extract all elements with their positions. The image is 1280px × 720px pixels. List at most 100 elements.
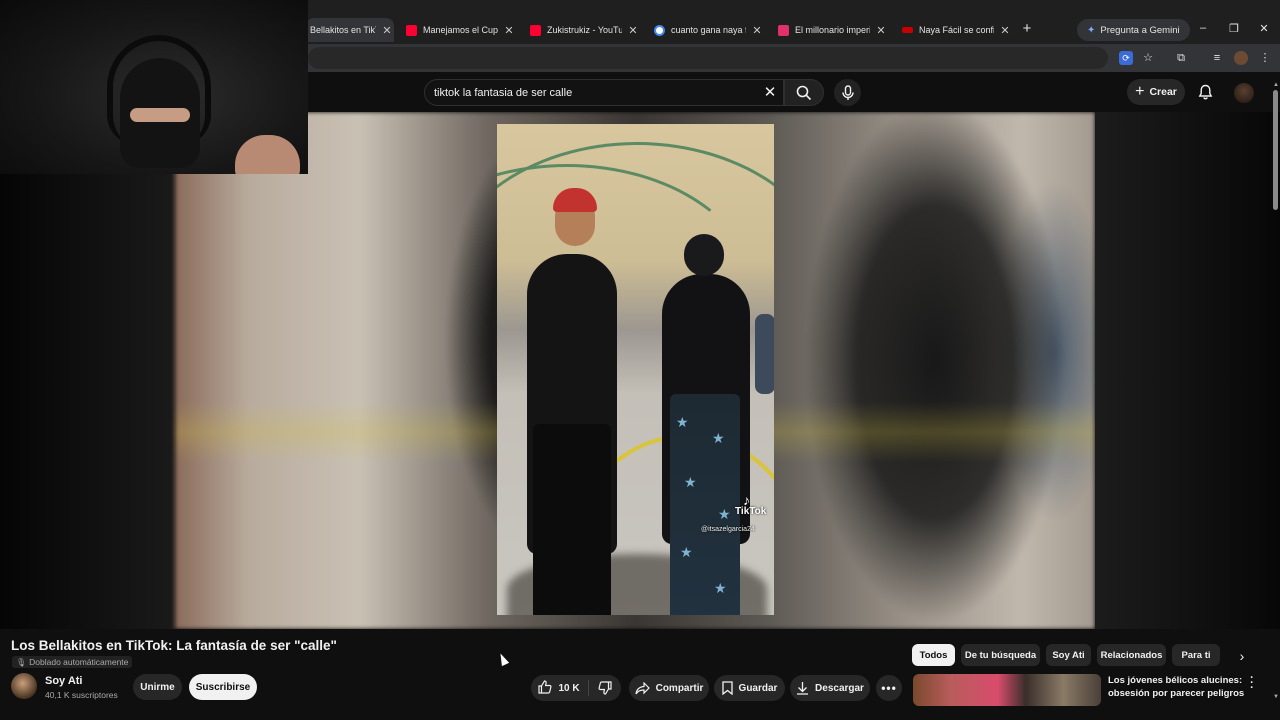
person-left <box>527 188 617 615</box>
subscriber-count: 40,1 K suscriptores <box>45 690 118 700</box>
minimize-button[interactable]: – <box>1195 22 1211 34</box>
page-scrollbar[interactable]: ▲ <box>1272 82 1280 628</box>
media-controls-icon[interactable]: ≡ <box>1210 51 1224 65</box>
player-vignette-right <box>1095 112 1280 629</box>
youtube-icon <box>406 24 417 36</box>
screen: Bellakitos en TikTok ✕ Manejamos el Cupr… <box>0 0 1280 720</box>
tab-close-icon[interactable]: ✕ <box>750 24 764 37</box>
clear-search-icon[interactable]: ✕ <box>760 83 780 103</box>
tab-bellakitos[interactable]: Bellakitos en TikTok ✕ <box>306 18 394 42</box>
tab-close-icon[interactable]: ✕ <box>380 24 394 37</box>
like-dislike-group: 10 K <box>531 675 621 701</box>
tab-title: Naya Fácil se confiesa <box>919 25 994 35</box>
video-title: Los Bellakitos en TikTok: La fantasía de… <box>11 638 337 653</box>
background-child <box>755 314 774 394</box>
profile-avatar[interactable] <box>1234 51 1248 65</box>
more-dots-icon: ••• <box>881 681 897 695</box>
close-window-button[interactable]: ✕ <box>1256 22 1272 35</box>
microphone-icon <box>841 84 854 100</box>
share-button[interactable]: Compartir <box>629 675 709 701</box>
chip-soy-ati[interactable]: Soy Ati <box>1046 644 1091 666</box>
voice-search-button[interactable] <box>834 79 861 106</box>
channel-avatar[interactable] <box>11 673 37 699</box>
scroll-up-icon[interactable]: ▲ <box>1272 82 1280 88</box>
chip-para-ti[interactable]: Para ti <box>1172 644 1220 666</box>
like-count: 10 K <box>558 682 580 694</box>
recommended-title-line: obsesión por parecer peligros... <box>1108 688 1244 699</box>
tab-title: Zukistrukiz - YouTube <box>547 25 622 35</box>
extensions-icon[interactable]: ⧉ <box>1174 51 1188 65</box>
chip-scroll-right-icon[interactable]: › <box>1234 647 1250 665</box>
youtube-icon <box>530 24 541 36</box>
person-right: ★ ★ ★ ★ ★ ★ <box>662 234 750 615</box>
scrollbar-thumb[interactable] <box>1273 90 1278 210</box>
google-icon <box>654 24 665 36</box>
share-label: Compartir <box>655 682 704 694</box>
video-frame[interactable]: ★ ★ ★ ★ ★ ★ ♪ TikTok @itsazelgarcia24 <box>497 124 774 615</box>
tab-title: El millonario imperio <box>795 25 870 35</box>
tab-cuanto-gana[interactable]: cuanto gana naya fácil ✕ <box>650 18 764 42</box>
account-avatar[interactable] <box>1234 83 1254 103</box>
recommended-title-line: Los jóvenes bélicos alucines: la <box>1108 675 1244 686</box>
tv-icon <box>902 27 913 33</box>
video-player[interactable]: ★ ★ ★ ★ ★ ★ ♪ TikTok @itsazelgarcia24 <box>0 112 1280 629</box>
mouse-cursor <box>496 651 510 667</box>
webcam-overlay <box>0 0 308 174</box>
gemini-label: Pregunta a Gemini <box>1100 24 1180 36</box>
recommended-more-icon[interactable]: · · · <box>1247 673 1257 694</box>
download-button[interactable]: Descargar <box>790 675 870 701</box>
search-input[interactable] <box>434 84 734 101</box>
chip-de-tu-busqueda[interactable]: De tu búsqueda <box>961 644 1040 666</box>
channel-name[interactable]: Soy Ati <box>45 675 83 687</box>
dubbed-badge: 🎙 Doblado automáticamente <box>12 656 133 668</box>
save-label: Guardar <box>738 682 778 694</box>
new-tab-button[interactable]: + <box>1019 20 1035 37</box>
dubbed-label: Doblado automáticamente <box>29 657 129 667</box>
more-actions-button[interactable]: ••• <box>876 675 902 701</box>
tab-close-icon[interactable]: ✕ <box>626 24 640 37</box>
address-bar[interactable] <box>308 47 1108 69</box>
restore-button[interactable]: ❐ <box>1226 22 1242 35</box>
browser-menu-icon[interactable]: ⋮ <box>1258 51 1272 65</box>
tab-close-icon[interactable]: ✕ <box>874 24 888 37</box>
tab-zukistrukiz[interactable]: Zukistrukiz - YouTube ✕ <box>526 18 640 42</box>
search-button[interactable] <box>784 79 824 106</box>
download-icon <box>797 682 809 695</box>
tab-title: cuanto gana naya fácil <box>671 25 746 35</box>
download-label: Descargar <box>815 682 864 694</box>
player-vignette-left <box>0 112 175 629</box>
gemini-button[interactable]: ✦ Pregunta a Gemini <box>1077 19 1190 41</box>
plus-icon: + <box>1135 83 1145 100</box>
notifications-button[interactable] <box>1195 82 1215 102</box>
tab-title: Bellakitos en TikTok <box>310 25 376 35</box>
subscribe-button[interactable]: Suscribirse <box>189 674 257 700</box>
join-button[interactable]: Unirme <box>133 674 182 700</box>
tab-millonario[interactable]: El millonario imperio ✕ <box>774 18 888 42</box>
dubbed-icon: 🎙 <box>16 657 27 667</box>
scroll-down-icon[interactable]: ▼ <box>1272 694 1280 700</box>
tiktok-watermark: TikTok <box>735 506 767 517</box>
recommended-video-thumbnail[interactable] <box>913 674 1101 706</box>
tab-title: Manejamos el Cupra <box>423 25 498 35</box>
dislike-button[interactable] <box>589 675 621 701</box>
tab-naya-facil[interactable]: Naya Fácil se confiesa ✕ <box>898 18 1012 42</box>
bookmark-star-icon[interactable]: ☆ <box>1141 51 1155 65</box>
instagram-icon <box>778 24 789 36</box>
tab-close-icon[interactable]: ✕ <box>998 24 1012 37</box>
chip-todos[interactable]: Todos <box>912 644 955 666</box>
search-icon <box>796 85 812 100</box>
bell-icon <box>1198 84 1212 100</box>
bookmark-icon <box>721 681 733 695</box>
chip-relacionados[interactable]: Relacionados <box>1097 644 1166 666</box>
tab-close-icon[interactable]: ✕ <box>502 24 516 37</box>
translate-icon[interactable]: ⟳ <box>1119 51 1133 65</box>
like-button[interactable]: 10 K <box>531 675 587 701</box>
share-icon <box>634 681 650 694</box>
recommended-video-title[interactable]: Los jóvenes bélicos alucines: la obsesió… <box>1108 674 1244 700</box>
save-button[interactable]: Guardar <box>714 675 785 701</box>
thumbs-up-icon <box>538 679 552 694</box>
tab-cupra[interactable]: Manejamos el Cupra ✕ <box>402 18 516 42</box>
tiktok-username: @itsazelgarcia24 <box>701 526 755 533</box>
create-label: Crear <box>1149 86 1177 98</box>
create-button[interactable]: + Crear <box>1127 79 1185 105</box>
